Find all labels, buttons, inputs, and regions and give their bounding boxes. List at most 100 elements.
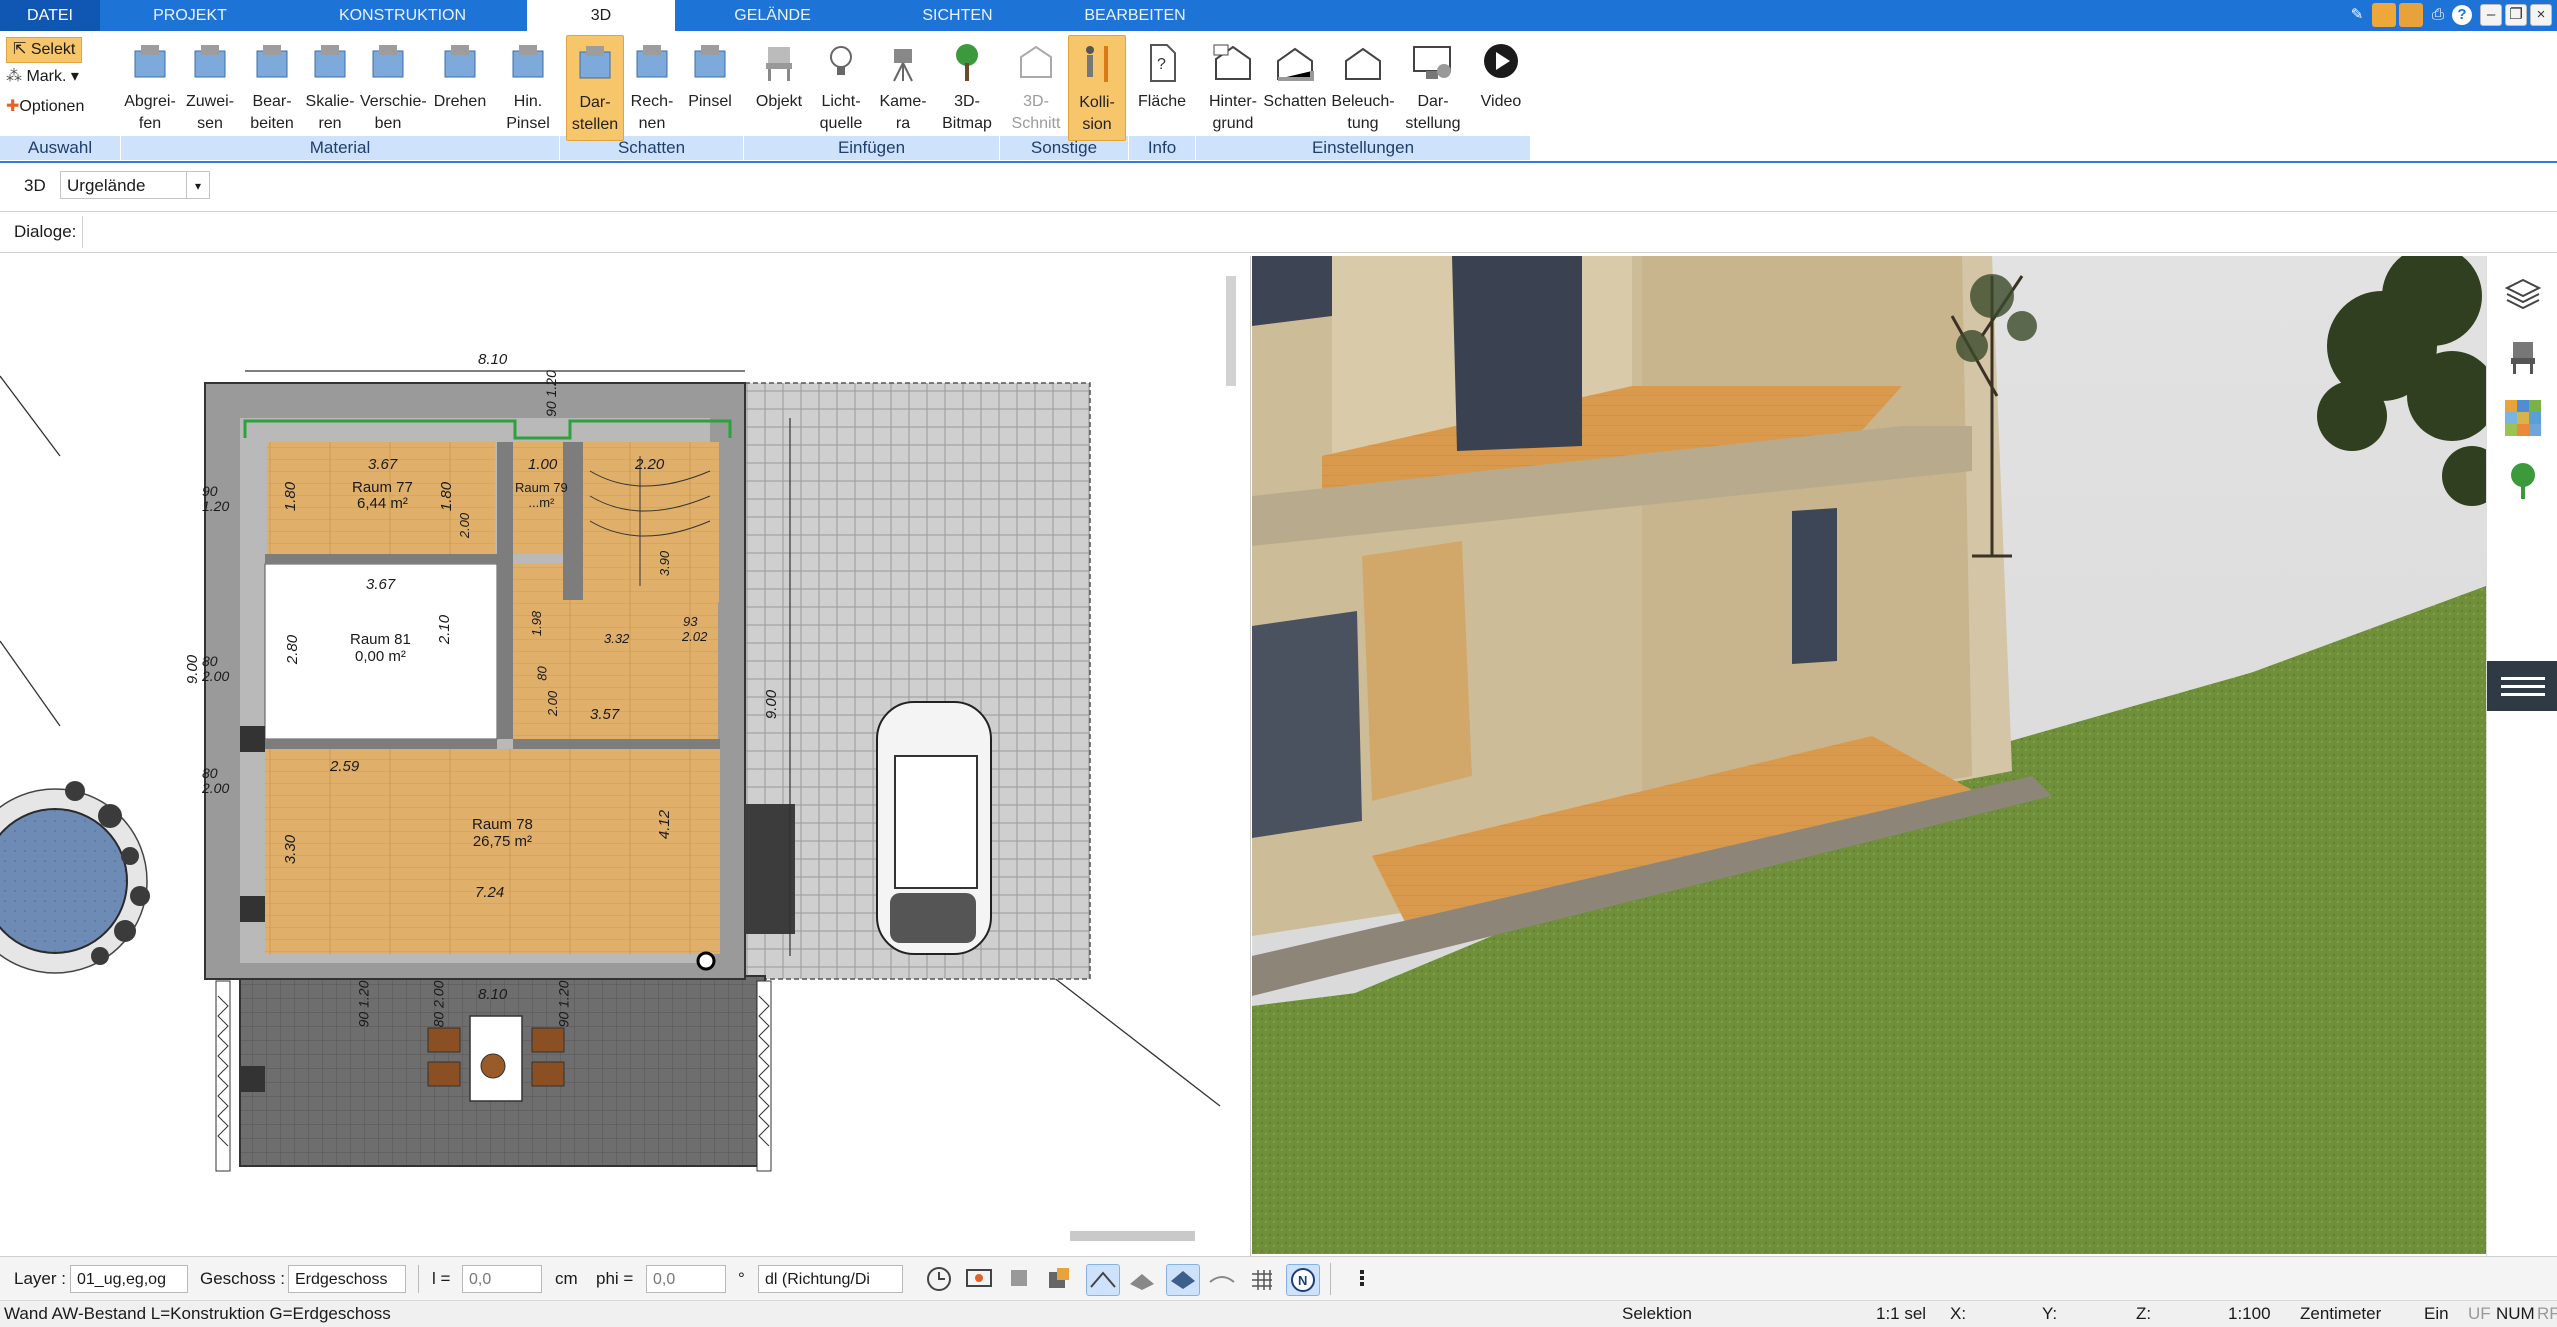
clock-icon[interactable]	[923, 1264, 955, 1294]
shadow-settings-label: Schatten	[1263, 93, 1327, 110]
tab-konstruktion[interactable]: KONSTRUKTION	[300, 0, 505, 31]
edit-material-button[interactable]: Bear- beiten	[244, 35, 300, 139]
hint-brush-label: Hin. Pinsel	[506, 93, 550, 132]
mark-button[interactable]: ⁂ Mark. ▾	[6, 65, 79, 89]
dim-window-left-3: 80 2.00	[202, 765, 230, 796]
plan-vertical-scrollbar[interactable]	[1226, 276, 1236, 386]
tree-icon[interactable]	[2505, 461, 2541, 501]
dim-r78-height: 3.30	[282, 834, 300, 865]
bottom-toolbar: Layer : 01_ug,eg,og Geschoss : Erdgescho…	[0, 1256, 2557, 1301]
view-mode-label: 3D	[24, 176, 46, 195]
pick-material-button[interactable]: Abgrei- fen	[122, 35, 178, 139]
render-shadow-button[interactable]: Dar- stellen	[566, 35, 624, 141]
scale-material-label: Skalie- ren	[305, 93, 355, 132]
dim-misc-3: 1.98	[529, 610, 545, 637]
tab-gelaende[interactable]: GELÄNDE	[690, 0, 855, 31]
collision-button[interactable]: Kolli- sion	[1068, 35, 1126, 141]
snap-icon[interactable]	[1003, 1264, 1035, 1294]
print-icon[interactable]: ⎙	[2426, 3, 2450, 27]
save-icon[interactable]	[2399, 3, 2423, 27]
north-icon[interactable]: N	[1286, 1264, 1320, 1296]
hatch-icon[interactable]	[1126, 1264, 1158, 1294]
options-button[interactable]: ✚Optionen	[6, 95, 84, 119]
shadow-settings-icon	[1272, 41, 1318, 85]
tab-3d[interactable]: 3D	[527, 0, 675, 31]
select-button[interactable]: ⇱ Selekt	[6, 37, 83, 63]
dim-r78-height-2: 4.12	[656, 809, 674, 840]
calculate-shadow-button[interactable]: Rech- nen	[624, 35, 680, 139]
terrain-icon[interactable]	[1206, 1264, 1238, 1294]
hint-brush-button[interactable]: Hin. Pinsel	[500, 35, 556, 139]
dim-left-height: 9.00	[184, 654, 202, 685]
bitmap-3d-button[interactable]: 3D- Bitmap	[938, 35, 996, 139]
assign-material-button[interactable]: Zuwei- sen	[182, 35, 238, 139]
tab-bearbeiten[interactable]: BEARBEITEN	[1045, 0, 1225, 31]
rotate-material-button[interactable]: Drehen	[432, 35, 488, 139]
status-mode: Selektion	[1622, 1304, 1692, 1323]
bitmap-3d-label: 3D- Bitmap	[942, 93, 992, 132]
layers-icon[interactable]	[2504, 276, 2542, 312]
tab-datei[interactable]: DATEI	[0, 0, 100, 31]
tab-projekt[interactable]: PROJEKT	[110, 0, 270, 31]
background-button[interactable]: Hinter- grund	[1200, 35, 1266, 139]
status-scale: 1:100	[2228, 1304, 2271, 1323]
wall-view-icon[interactable]	[1086, 1264, 1120, 1296]
object-button[interactable]: Objekt	[750, 35, 808, 139]
materials-icon[interactable]	[2505, 400, 2541, 436]
tools-icon[interactable]: ✎	[2345, 3, 2369, 27]
shadow-brush-icon	[687, 41, 733, 85]
layer-dropdown-value: 01_ug,eg,og	[77, 1271, 166, 1288]
section-3d-icon	[1013, 41, 1059, 85]
room-label-77: Raum 77 6,44 m²	[352, 479, 413, 512]
display-settings-button[interactable]: Dar- stellung	[1400, 35, 1466, 139]
help-icon[interactable]: ?	[2450, 3, 2474, 27]
plan-horizontal-scrollbar[interactable]	[1070, 1231, 1195, 1241]
car-symbol	[876, 701, 992, 955]
3d-view[interactable]	[1252, 256, 2486, 1254]
grid-icon[interactable]	[1246, 1264, 1278, 1294]
geschoss-dropdown[interactable]: Erdgeschoss	[288, 1265, 406, 1293]
restore-button[interactable]: ❐	[2505, 4, 2527, 26]
layer-dropdown[interactable]: 01_ug,eg,og	[70, 1265, 188, 1293]
lighting-button[interactable]: Beleuch- tung	[1330, 35, 1396, 139]
object-label: Objekt	[755, 93, 803, 110]
direction-dropdown[interactable]: dl (Richtung/Di	[758, 1265, 903, 1293]
floor-plan-drawing	[0, 370, 1221, 1172]
status-ein: Ein	[2424, 1304, 2449, 1323]
video-button[interactable]: Video	[1468, 35, 1534, 139]
dim-misc-5: 2.02	[682, 629, 708, 644]
group-label-info: Info	[1129, 136, 1196, 160]
scale-material-button[interactable]: Skalie- ren	[302, 35, 358, 139]
chair-icon[interactable]	[2505, 340, 2541, 376]
layer-select[interactable]: Urgelände ▾	[60, 171, 210, 199]
light-source-button[interactable]: Licht- quelle	[812, 35, 870, 139]
phi-unit: °	[738, 1269, 745, 1288]
dim-r79-width: 1.00	[528, 456, 558, 473]
right-toolpanel	[2486, 256, 2557, 1256]
objects-icon[interactable]	[1043, 1264, 1075, 1294]
length-input[interactable]: 0,0	[462, 1265, 542, 1293]
collision-icon	[1074, 42, 1120, 86]
assign-material-label: Zuwei- sen	[185, 93, 234, 132]
area-button[interactable]: ? Fläche	[1132, 35, 1192, 139]
calculate-shadow-icon	[629, 41, 675, 85]
folder-icon[interactable]	[2372, 3, 2396, 27]
panel-menu-handle[interactable]	[2487, 661, 2557, 711]
tab-sichten[interactable]: SICHTEN	[880, 0, 1035, 31]
phi-input[interactable]: 0,0	[646, 1265, 726, 1293]
plane-icon[interactable]	[1166, 1264, 1200, 1296]
minimize-button[interactable]: –	[2480, 4, 2502, 26]
dim-r81-height: 2.80	[284, 634, 302, 665]
move-material-button[interactable]: Verschie- ben	[360, 35, 427, 139]
shadow-brush-button[interactable]: Pinsel	[682, 35, 738, 139]
camera-icon	[880, 41, 926, 85]
status-num: NUM	[2496, 1304, 2535, 1323]
camera-button[interactable]: Kame- ra	[874, 35, 932, 139]
status-unit: Zentimeter	[2300, 1304, 2382, 1323]
shadow-settings-button[interactable]: Schatten	[1262, 35, 1328, 139]
screen-icon[interactable]	[963, 1264, 995, 1294]
section-3d-button[interactable]: 3D- Schnitt	[1008, 35, 1064, 139]
more-icon[interactable]	[1346, 1264, 1378, 1294]
close-button[interactable]: ×	[2530, 4, 2552, 26]
floor-plan-view[interactable]: 8.10 9.00 9.00 8.10 3.67 1.80 1.80 1.00 …	[0, 256, 1251, 1256]
